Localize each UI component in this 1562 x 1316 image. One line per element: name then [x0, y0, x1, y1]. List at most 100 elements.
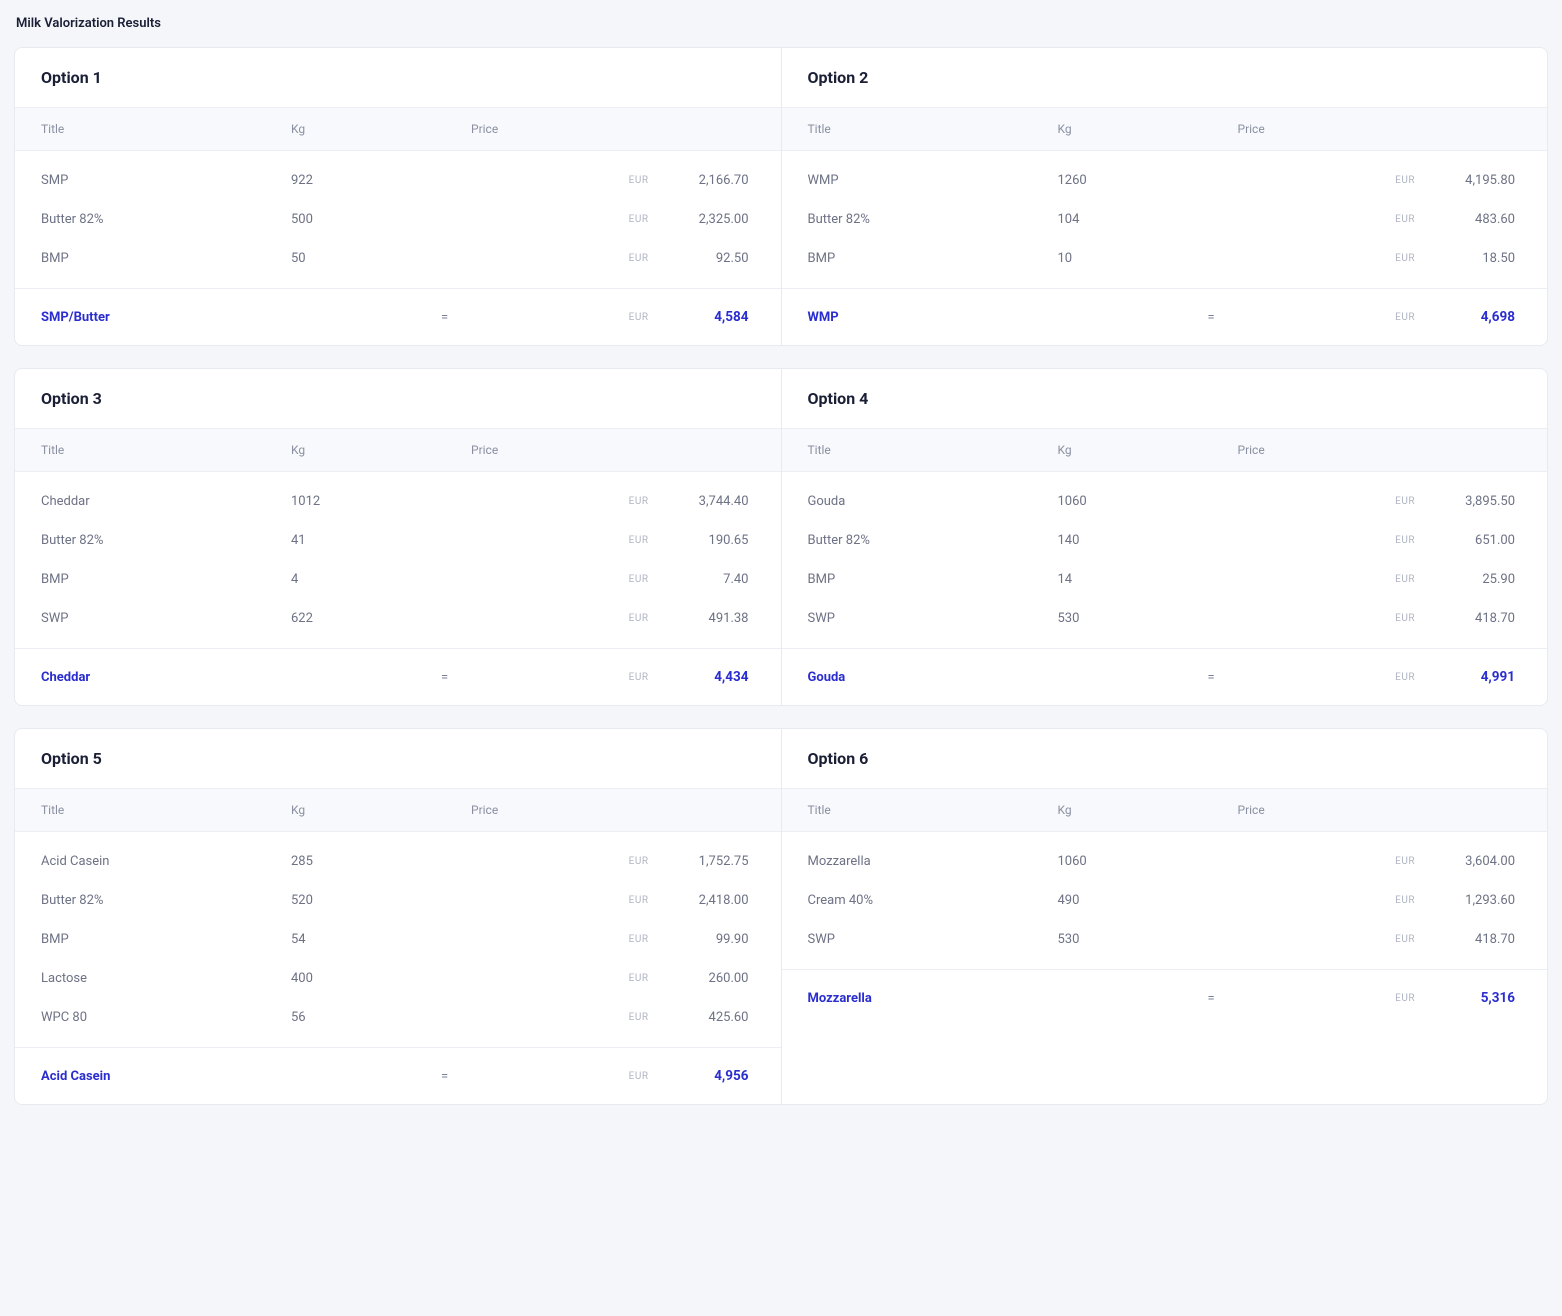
column-header-price: Price: [1208, 803, 1522, 817]
table-row: BMP4EUR7.40: [41, 560, 755, 599]
price-value: 418.70: [1445, 611, 1515, 626]
option-footer: SMP/Butter=EUR4,584: [15, 288, 781, 345]
table-header: TitleKgPrice: [15, 788, 781, 832]
column-header-title: Title: [808, 122, 1058, 136]
currency-label: EUR: [629, 856, 649, 867]
currency-label: EUR: [629, 672, 649, 683]
column-header-kg: Kg: [291, 122, 441, 136]
table-row: Butter 82%500EUR2,325.00: [41, 200, 755, 239]
summary-price: EUR4,698: [1245, 309, 1521, 325]
table-row: SWP530EUR418.70: [808, 920, 1522, 959]
cell-title: SMP: [41, 173, 291, 188]
table-header: TitleKgPrice: [15, 107, 781, 151]
option-panel: Option 4TitleKgPriceGouda1060EUR3,895.50…: [781, 369, 1548, 705]
cell-kg: 14: [1058, 572, 1208, 587]
summary-title: WMP: [808, 310, 1058, 325]
cell-price: EUR418.70: [1208, 611, 1522, 626]
cell-price: EUR 190.65: [441, 533, 755, 548]
table-row: BMP14EUR25.90: [808, 560, 1522, 599]
cell-title: BMP: [808, 251, 1058, 266]
option-footer: Acid Casein=EUR4,956: [15, 1047, 781, 1104]
column-header-kg: Kg: [1058, 122, 1208, 136]
currency-label: EUR: [1395, 672, 1415, 683]
column-header-title: Title: [808, 803, 1058, 817]
table-row: Butter 82%41EUR190.65: [41, 521, 755, 560]
price-value: 483.60: [1445, 212, 1515, 227]
currency-label: EUR: [1395, 214, 1415, 225]
cell-title: WPC 80: [41, 1010, 291, 1025]
table-header: TitleKgPrice: [782, 428, 1548, 472]
cell-kg: 140: [1058, 533, 1208, 548]
table-row: Lactose400EUR260.00: [41, 959, 755, 998]
currency-label: EUR: [629, 175, 649, 186]
cell-title: BMP: [41, 251, 291, 266]
currency-label: EUR: [1395, 895, 1415, 906]
option-heading: Option 6: [782, 729, 1548, 788]
column-header-title: Title: [41, 443, 291, 457]
currency-label: EUR: [629, 895, 649, 906]
summary-title: Mozzarella: [808, 991, 1058, 1006]
price-value: 425.60: [679, 1010, 749, 1025]
summary-total: 4,991: [1445, 669, 1515, 685]
price-value: 260.00: [679, 971, 749, 986]
cell-kg: 530: [1058, 611, 1208, 626]
table-row: Cheddar1012EUR3,744.40: [41, 482, 755, 521]
table-row: BMP10 EUR 18.50: [808, 239, 1522, 278]
cell-price: EUR 483.60: [1208, 212, 1522, 227]
table-body: Cheddar1012EUR3,744.40Butter 82%41EUR190…: [15, 472, 781, 648]
cell-title: Butter 82%: [41, 893, 291, 908]
table-row: Acid Casein285EUR1,752.75: [41, 842, 755, 881]
cell-kg: 10: [1058, 251, 1208, 266]
cell-kg: 54: [291, 932, 441, 947]
cell-kg: 1260: [1058, 173, 1208, 188]
price-value: 18.50: [1445, 251, 1515, 266]
cell-title: Butter 82%: [41, 212, 291, 227]
option-row: Option 3TitleKgPriceCheddar1012EUR3,744.…: [14, 368, 1548, 706]
currency-label: EUR: [629, 1012, 649, 1023]
cell-kg: 285: [291, 854, 441, 869]
cell-kg: 530: [1058, 932, 1208, 947]
price-value: 1,752.75: [679, 854, 749, 869]
table-header: TitleKgPrice: [782, 107, 1548, 151]
cell-title: Butter 82%: [41, 533, 291, 548]
summary-total: 4,434: [679, 669, 749, 685]
price-value: 491.38: [679, 611, 749, 626]
cell-kg: 1060: [1058, 854, 1208, 869]
option-panel: Option 5TitleKgPriceAcid Casein285EUR1,7…: [15, 729, 781, 1104]
table-body: Gouda1060EUR3,895.50Butter 82%140EUR651.…: [782, 472, 1548, 648]
cell-title: SWP: [808, 932, 1058, 947]
summary-price: EUR4,584: [478, 309, 754, 325]
table-row: WMP1260EUR4,195.80: [808, 161, 1522, 200]
currency-label: EUR: [629, 535, 649, 546]
price-value: 418.70: [1445, 932, 1515, 947]
currency-label: EUR: [1395, 253, 1415, 264]
column-header-title: Title: [808, 443, 1058, 457]
price-value: 92.50: [679, 251, 749, 266]
cell-price: EUR1,293.60: [1208, 893, 1522, 908]
column-header-title: Title: [41, 122, 291, 136]
price-value: 190.65: [679, 533, 749, 548]
column-header-price: Price: [1208, 122, 1522, 136]
table-row: WPC 8056EUR425.60: [41, 998, 755, 1037]
option-heading: Option 3: [15, 369, 781, 428]
cell-price: EUR2,166.70: [441, 173, 755, 188]
column-header-kg: Kg: [1058, 443, 1208, 457]
column-header-price: Price: [1208, 443, 1522, 457]
cell-title: Gouda: [808, 494, 1058, 509]
table-row: SWP622EUR491.38: [41, 599, 755, 638]
option-heading: Option 4: [782, 369, 1548, 428]
cell-price: EUR4,195.80: [1208, 173, 1522, 188]
currency-label: EUR: [629, 253, 649, 264]
table-body: SMP922EUR2,166.70Butter 82%500EUR2,325.0…: [15, 151, 781, 288]
cell-price: EUR99.90: [441, 932, 755, 947]
cell-price: EUR491.38: [441, 611, 755, 626]
table-row: Gouda1060EUR3,895.50: [808, 482, 1522, 521]
column-header-kg: Kg: [1058, 803, 1208, 817]
currency-label: EUR: [629, 934, 649, 945]
cell-price: EUR3,604.00: [1208, 854, 1522, 869]
table-row: BMP50EUR92.50: [41, 239, 755, 278]
currency-label: EUR: [629, 496, 649, 507]
table-body: WMP1260EUR4,195.80Butter 82%104EUR483.60…: [782, 151, 1548, 288]
option-row: Option 5TitleKgPriceAcid Casein285EUR1,7…: [14, 728, 1548, 1105]
summary-title: Acid Casein: [41, 1069, 291, 1084]
